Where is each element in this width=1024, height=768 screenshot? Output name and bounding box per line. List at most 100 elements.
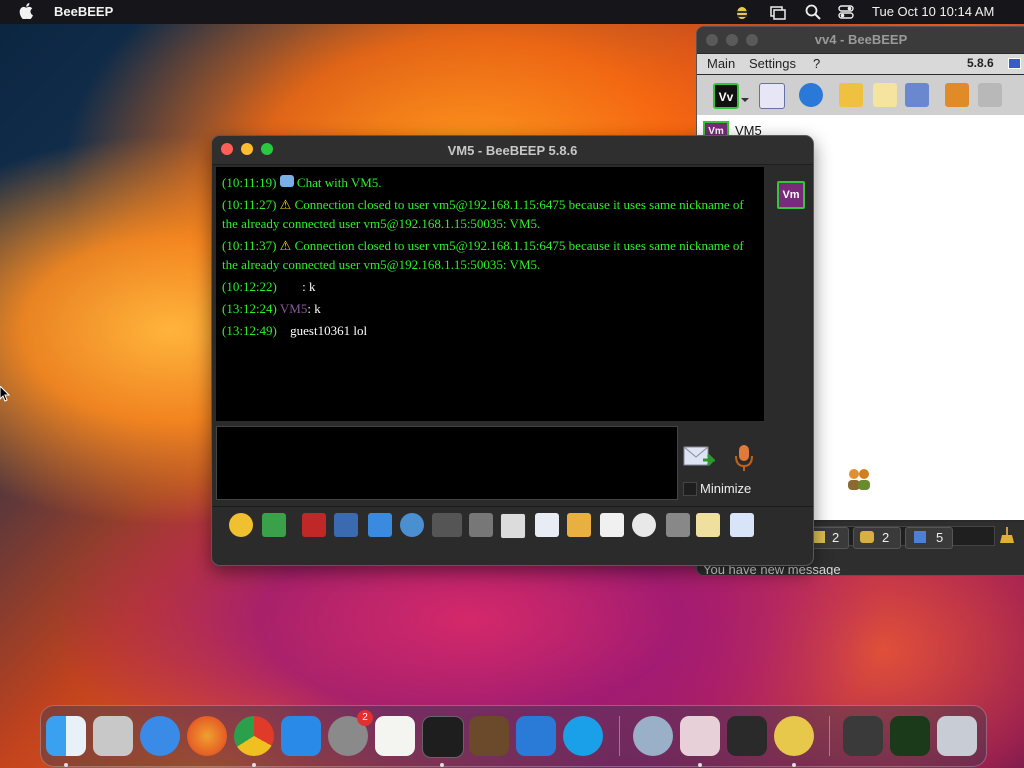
app-store-icon[interactable] <box>281 716 321 756</box>
dock: 2 <box>40 705 987 767</box>
apple-icon[interactable] <box>19 3 33 19</box>
minimize-checkbox[interactable] <box>683 482 697 496</box>
chat-message: (10:11:27) ⚠ Connection closed to user v… <box>222 197 744 231</box>
chat-toolbar <box>212 506 813 542</box>
color-icon[interactable] <box>334 513 358 537</box>
mark-icon[interactable] <box>500 513 526 539</box>
main-toolbar: Vv <box>697 75 1024 116</box>
microphone-button[interactable] <box>732 444 756 472</box>
trash-icon[interactable] <box>978 83 1002 107</box>
menu-settings[interactable]: Settings <box>749 56 796 71</box>
chat-message: (10:11:37) ⚠ Connection closed to user v… <box>222 238 744 272</box>
network-broadcast-icon[interactable] <box>799 83 823 107</box>
group-count-icon <box>860 531 874 543</box>
word-completer-icon[interactable] <box>469 513 493 537</box>
menu-help[interactable]: ? <box>813 56 820 71</box>
vscode-icon[interactable] <box>516 716 556 756</box>
warning-icon: ⚠ <box>279 238 292 253</box>
parallels-icon[interactable] <box>680 716 720 756</box>
finder-icon[interactable] <box>46 716 86 756</box>
save-icon[interactable] <box>730 513 754 537</box>
menu-bar: BeeBEEP Tue Oct 10 10:14 AM <box>0 0 1024 24</box>
app-name-menu[interactable]: BeeBEEP <box>54 4 113 19</box>
message-sender: VM5 <box>279 301 308 316</box>
chat-message: (13:12:49) guest10361 lol <box>222 323 368 338</box>
write-message-icon[interactable] <box>873 83 897 107</box>
send-folder-icon[interactable] <box>567 513 591 537</box>
chat-message: (10:11:19) Chat with VM5. <box>222 175 382 190</box>
running-indicator <box>698 763 702 767</box>
chat-bubble-icon <box>279 175 294 187</box>
firefox-icon[interactable] <box>187 716 227 756</box>
count-files[interactable]: 5 <box>905 527 953 549</box>
chat-log[interactable]: (10:11:19) Chat with VM5. (10:11:27) ⚠ C… <box>216 167 764 421</box>
envelope-icon[interactable] <box>839 83 863 107</box>
terminal-icon[interactable] <box>422 716 464 758</box>
send-file-icon[interactable] <box>535 513 559 537</box>
beebeep-tray-icon[interactable] <box>733 3 751 21</box>
running-indicator <box>440 763 444 767</box>
spellcheck-icon[interactable] <box>432 513 462 537</box>
window-title: vv4 - BeeBEEP <box>814 32 908 47</box>
filter-icon[interactable] <box>368 513 392 537</box>
users-group-icon <box>845 467 873 491</box>
text-font-icon[interactable] <box>302 513 326 537</box>
title-bar: vv4 - BeeBEEP <box>697 27 1024 53</box>
edit-status-icon[interactable] <box>759 83 785 109</box>
menubar-clock[interactable]: Tue Oct 10 10:14 AM <box>872 4 994 19</box>
launchpad-icon[interactable] <box>93 716 133 756</box>
piano-icon[interactable] <box>727 716 767 756</box>
notification-badge: 2 <box>357 710 373 726</box>
history-icon[interactable] <box>666 513 690 537</box>
warning-icon: ⚠ <box>279 197 292 212</box>
screen-mirroring-icon[interactable] <box>769 3 787 21</box>
count-groups[interactable]: 2 <box>853 527 901 549</box>
envelope-icon[interactable] <box>262 513 286 537</box>
menu-main[interactable]: Main <box>707 56 735 71</box>
message-sender: guest10361 <box>290 323 351 338</box>
dropdown-arrow-icon[interactable] <box>741 91 749 102</box>
message-input[interactable] <box>216 426 678 500</box>
chat-count-icon <box>813 531 825 543</box>
search-icon[interactable] <box>804 3 822 21</box>
member-panel <box>768 167 810 507</box>
window-title: VM5 - BeeBEEP 5.8.6 <box>447 143 578 158</box>
version-label: 5.8.6 <box>967 56 994 70</box>
file-count-icon <box>914 531 926 543</box>
textedit-icon[interactable] <box>375 716 415 756</box>
control-center-icon[interactable] <box>837 3 855 21</box>
dock-separator <box>829 716 830 756</box>
chat-message: (10:12:22) : k <box>222 279 316 294</box>
mouse-pointer-icon <box>0 386 10 402</box>
dock-separator <box>619 716 620 756</box>
quicktime-icon[interactable] <box>633 716 673 756</box>
chrome-icon[interactable] <box>234 716 274 756</box>
flag-icon <box>1008 58 1021 69</box>
display-icon[interactable] <box>843 716 883 756</box>
chat-message: (13:12:24) VM5: k <box>222 301 321 316</box>
notes-icon[interactable] <box>696 513 720 537</box>
share-files-icon[interactable] <box>945 83 969 107</box>
activity-monitor-icon[interactable] <box>890 716 930 756</box>
menu-bar-main: Main Settings ? 5.8.6 <box>697 54 1024 74</box>
code-icon[interactable] <box>600 513 624 537</box>
trash-icon[interactable] <box>937 716 977 756</box>
send-button[interactable] <box>683 444 717 470</box>
beebeep-icon[interactable] <box>774 716 814 756</box>
member-avatar-vm5[interactable]: Vm <box>777 181 805 209</box>
emoji-icon[interactable] <box>229 513 253 537</box>
garageband-icon[interactable] <box>469 716 509 756</box>
running-indicator <box>792 763 796 767</box>
profile-vv-icon[interactable]: Vv <box>713 83 739 109</box>
network-icon[interactable] <box>905 83 929 107</box>
screenshot-icon[interactable] <box>632 513 656 537</box>
running-indicator <box>64 763 68 767</box>
settings-icon[interactable] <box>400 513 424 537</box>
title-bar: VM5 - BeeBEEP 5.8.6 <box>212 136 813 165</box>
running-indicator <box>252 763 256 767</box>
minimize-label: Minimize <box>700 481 752 496</box>
clear-broom-icon[interactable] <box>999 526 1015 544</box>
safari-icon[interactable] <box>140 716 180 756</box>
skype-icon[interactable] <box>563 716 603 756</box>
chat-window-vm5: VM5 - BeeBEEP 5.8.6 (10:11:19) Chat with… <box>211 135 814 566</box>
